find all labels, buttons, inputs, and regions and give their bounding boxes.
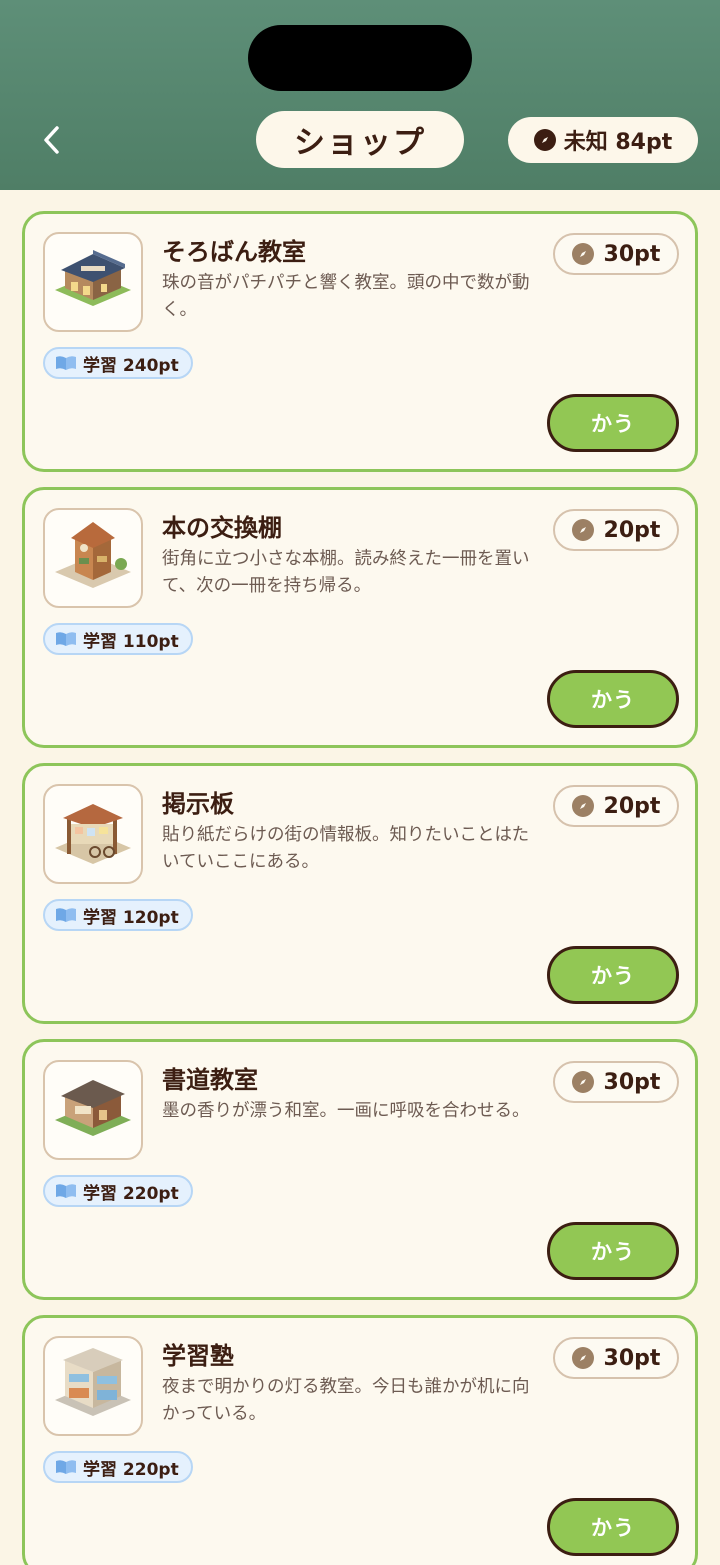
item-description: 珠の音がパチパチと響く教室。頭の中で数が動く。 bbox=[162, 273, 530, 320]
book-kiosk-icon bbox=[55, 522, 131, 588]
compass-icon bbox=[571, 519, 594, 541]
cram-school-icon bbox=[55, 1348, 131, 1416]
book-icon bbox=[56, 1184, 76, 1198]
app-header: ショップ 未知 84pt bbox=[0, 0, 720, 190]
study-requirement-label: 学習 110pt bbox=[83, 631, 179, 652]
compass-icon bbox=[571, 1071, 594, 1093]
item-name: 学習塾 bbox=[162, 1342, 234, 1370]
study-requirement-tag: 学習 110pt bbox=[43, 623, 193, 655]
back-button[interactable] bbox=[30, 118, 74, 162]
school-building-icon bbox=[55, 250, 131, 306]
book-icon bbox=[56, 908, 76, 922]
item-price: 20pt bbox=[553, 785, 679, 827]
study-requirement-tag: 学習 240pt bbox=[43, 347, 193, 379]
item-name: そろばん教室 bbox=[162, 238, 306, 266]
item-thumbnail bbox=[43, 1336, 143, 1436]
points-balance-label: 未知 84pt bbox=[563, 130, 673, 155]
item-price: 30pt bbox=[553, 1061, 679, 1103]
item-price-label: 30pt bbox=[603, 1345, 661, 1371]
device-notch bbox=[248, 25, 472, 91]
item-description: 貼り紙だらけの街の情報板。知りたいことはたいていここにある。 bbox=[162, 825, 530, 872]
item-thumbnail bbox=[43, 784, 143, 884]
study-requirement-tag: 学習 220pt bbox=[43, 1451, 193, 1483]
buy-button[interactable]: かう bbox=[547, 946, 679, 1004]
buy-button[interactable]: かう bbox=[547, 394, 679, 452]
item-name: 書道教室 bbox=[162, 1066, 258, 1094]
item-price: 30pt bbox=[553, 1337, 679, 1379]
item-price-label: 20pt bbox=[603, 517, 661, 543]
item-thumbnail bbox=[43, 232, 143, 332]
item-thumbnail bbox=[43, 1060, 143, 1160]
item-description: 墨の香りが漂う和室。一画に呼吸を合わせる。 bbox=[162, 1101, 530, 1121]
compass-icon bbox=[571, 795, 594, 817]
study-requirement-tag: 学習 120pt bbox=[43, 899, 193, 931]
item-name: 掲示板 bbox=[162, 790, 234, 818]
item-description: 街角に立つ小さな本棚。読み終えた一冊を置いて、次の一冊を持ち帰る。 bbox=[162, 549, 530, 596]
book-icon bbox=[56, 356, 76, 370]
buy-button[interactable]: かう bbox=[547, 1498, 679, 1556]
shop-item-card: 学習塾 夜まで明かりの灯る教室。今日も誰かが机に向かっている。 30pt 学習 … bbox=[22, 1315, 698, 1565]
study-requirement-tag: 学習 220pt bbox=[43, 1175, 193, 1207]
compass-icon bbox=[571, 1347, 594, 1369]
item-name: 本の交換棚 bbox=[162, 514, 282, 542]
compass-icon bbox=[533, 129, 556, 151]
shop-item-card: 掲示板 貼り紙だらけの街の情報板。知りたいことはたいていここにある。 20pt … bbox=[22, 763, 698, 1024]
item-price-label: 30pt bbox=[603, 241, 661, 267]
page-title: ショップ bbox=[256, 111, 464, 168]
item-price-label: 20pt bbox=[603, 793, 661, 819]
bulletin-board-icon bbox=[55, 804, 131, 864]
study-requirement-label: 学習 220pt bbox=[83, 1183, 179, 1204]
item-thumbnail bbox=[43, 508, 143, 608]
book-icon bbox=[56, 1460, 76, 1474]
buy-button[interactable]: かう bbox=[547, 1222, 679, 1280]
compass-icon bbox=[571, 243, 594, 265]
study-requirement-label: 学習 120pt bbox=[83, 907, 179, 928]
item-description: 夜まで明かりの灯る教室。今日も誰かが机に向かっている。 bbox=[162, 1377, 530, 1424]
study-requirement-label: 学習 220pt bbox=[83, 1459, 179, 1480]
item-price: 20pt bbox=[553, 509, 679, 551]
book-icon bbox=[56, 632, 76, 646]
shop-item-card: 本の交換棚 街角に立つ小さな本棚。読み終えた一冊を置いて、次の一冊を持ち帰る。 … bbox=[22, 487, 698, 748]
chevron-left-icon bbox=[44, 126, 59, 154]
buy-button[interactable]: かう bbox=[547, 670, 679, 728]
item-price-label: 30pt bbox=[603, 1069, 661, 1095]
shop-item-card: 書道教室 墨の香りが漂う和室。一画に呼吸を合わせる。 30pt 学習 220pt… bbox=[22, 1039, 698, 1300]
points-balance: 未知 84pt bbox=[508, 117, 698, 163]
item-price: 30pt bbox=[553, 233, 679, 275]
calligraphy-house-icon bbox=[55, 1080, 131, 1136]
shop-item-card: そろばん教室 珠の音がパチパチと響く教室。頭の中で数が動く。 30pt 学習 2… bbox=[22, 211, 698, 472]
study-requirement-label: 学習 240pt bbox=[83, 355, 179, 376]
